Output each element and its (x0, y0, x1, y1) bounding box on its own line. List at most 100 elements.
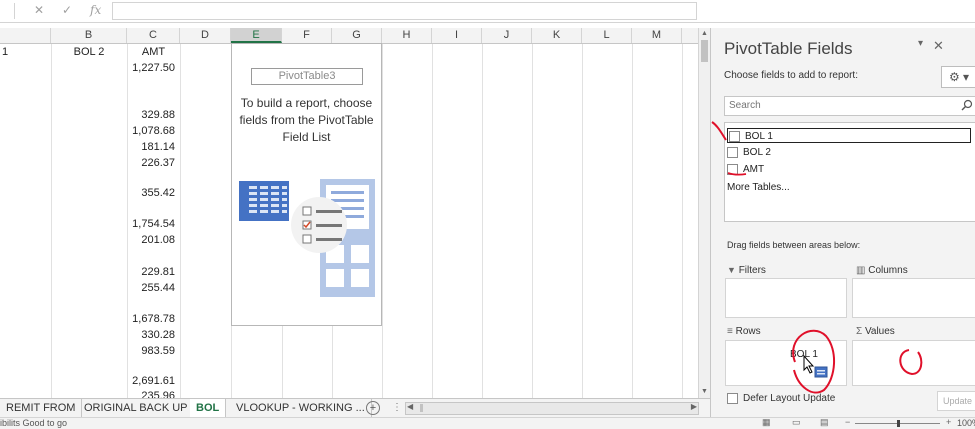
field-list: BOL 1 BOL 2 AMT More Tables... (724, 122, 975, 222)
formula-input[interactable] (112, 2, 697, 20)
values-area[interactable] (852, 340, 975, 386)
pivot-table-name: PivotTable3 (251, 68, 363, 85)
column-header-c[interactable]: C (127, 28, 180, 43)
defer-checkbox[interactable] (727, 393, 738, 404)
pivot-table-placeholder[interactable]: PivotTable3 To build a report, choose fi… (231, 43, 382, 326)
field-item-amt[interactable]: AMT (727, 162, 764, 177)
pane-title: PivotTable Fields (724, 39, 853, 58)
field-checkbox[interactable] (727, 146, 738, 158)
amount-cell[interactable]: 330.28 (127, 327, 175, 343)
page-layout-icon[interactable]: ▭ (792, 417, 801, 428)
drag-cursor-icon (803, 355, 828, 378)
pane-subtitle: Choose fields to add to report: (724, 70, 858, 81)
values-label: Values (864, 326, 895, 337)
cell-c1[interactable]: AMT (127, 44, 180, 60)
search-icon[interactable] (961, 99, 973, 111)
cell-a1[interactable]: 1 (2, 44, 8, 60)
filters-label: Filters (738, 265, 766, 276)
pivot-illustration-icon (239, 179, 375, 297)
tab-bol[interactable]: BOL (190, 399, 227, 419)
gear-icon[interactable]: ⚙ ▾ (941, 66, 975, 88)
tab-remit-from[interactable]: REMIT FROM (0, 399, 83, 417)
columns-icon: ▥ (856, 265, 866, 276)
search-input[interactable] (725, 97, 949, 113)
scroll-right-icon[interactable]: ▶ (691, 402, 697, 411)
column-header-h[interactable]: H (382, 28, 432, 43)
field-label: BOL 2 (743, 147, 771, 158)
columns-header: ▥ Columns (856, 265, 908, 276)
column-header-b[interactable]: B (51, 28, 127, 43)
column-header-l[interactable]: L (582, 28, 632, 43)
column-header-k[interactable]: K (532, 28, 582, 43)
amount-cell[interactable]: 983.59 (127, 343, 175, 359)
more-tables-link[interactable]: More Tables... (727, 180, 790, 195)
values-sigma-icon: Σ (856, 326, 863, 337)
amount-cell[interactable]: 1,754.54 (127, 216, 175, 232)
field-checkbox[interactable] (727, 163, 738, 175)
amount-cell[interactable]: 201.08 (127, 232, 175, 248)
filters-header: ▼ Filters (727, 265, 766, 276)
amount-cell[interactable]: 255.44 (127, 280, 175, 296)
enter-icon[interactable]: ✓ (62, 3, 72, 17)
rows-area[interactable]: BOL 1 (725, 340, 847, 386)
zoom-out-icon[interactable]: − (845, 417, 850, 427)
column-header-e[interactable]: E (231, 28, 282, 43)
scroll-left-icon[interactable]: ◀ (407, 402, 413, 411)
field-checkbox[interactable] (729, 130, 740, 142)
column-header-f[interactable]: F (282, 28, 332, 43)
column-header-a[interactable] (0, 28, 51, 43)
normal-view-icon[interactable]: ▦ (762, 417, 771, 428)
tab-vlookup-working[interactable]: VLOOKUP - WORKING ... (230, 399, 372, 417)
filters-area[interactable] (725, 278, 847, 318)
amount-cell[interactable]: 229.81 (127, 264, 175, 280)
drag-areas-label: Drag fields between areas below: (727, 240, 861, 250)
amount-cell[interactable]: 355.42 (127, 185, 175, 201)
cancel-icon[interactable]: ✕ (34, 3, 44, 17)
scroll-thumb[interactable] (701, 40, 708, 62)
zoom-in-icon[interactable]: + (946, 417, 951, 427)
field-label: AMT (743, 164, 765, 175)
amount-cell[interactable]: 1,078.68 (127, 123, 175, 139)
status-bar: ibilits Good to go ▦ ▭ ▤ − + 100% (0, 417, 975, 429)
column-header-d[interactable]: D (180, 28, 231, 43)
amount-cell[interactable]: 329.88 (127, 107, 175, 123)
field-item-bol-1[interactable]: BOL 1 (727, 128, 971, 143)
tab-options-icon[interactable]: ⋮ (392, 402, 402, 413)
horizontal-scrollbar[interactable]: ◀ ▶ (405, 402, 699, 415)
tab-original-back-up[interactable]: ORIGINAL BACK UP (78, 399, 195, 417)
defer-layout-update[interactable]: Defer Layout Update (727, 393, 835, 404)
cell-b1[interactable]: BOL 2 (51, 44, 127, 60)
values-header: Σ Values (856, 326, 895, 337)
amount-cell[interactable]: 226.37 (127, 155, 175, 171)
scroll-up-icon[interactable]: ▲ (701, 30, 708, 37)
rows-label: Rows (735, 326, 761, 337)
filter-icon: ▼ (727, 265, 736, 275)
accessibility-status[interactable]: ibilits Good to go (0, 418, 67, 428)
field-item-bol-2[interactable]: BOL 2 (727, 145, 771, 160)
field-label: BOL 1 (745, 131, 773, 142)
hscroll-thumb[interactable] (420, 404, 423, 412)
column-headers: B C D E F G H I J K L M (0, 28, 698, 44)
pane-options-icon[interactable]: ▾ (918, 38, 923, 49)
amount-cell[interactable]: 235.96 (127, 388, 175, 398)
column-header-i[interactable]: I (432, 28, 482, 43)
page-break-icon[interactable]: ▤ (820, 417, 829, 428)
search-field[interactable] (724, 96, 975, 116)
column-header-j[interactable]: J (482, 28, 532, 43)
close-icon[interactable]: ✕ (933, 38, 944, 54)
amount-cell[interactable]: 1,678.78 (127, 311, 175, 327)
column-header-m[interactable]: M (632, 28, 682, 43)
rows-header: ≡ Rows (727, 326, 761, 337)
column-header-g[interactable]: G (332, 28, 382, 43)
zoom-level[interactable]: 100% (957, 418, 975, 428)
columns-label: Columns (868, 265, 908, 276)
scroll-down-icon[interactable]: ▼ (701, 388, 708, 395)
amount-cell[interactable]: 1,227.50 (127, 60, 175, 76)
fx-icon[interactable]: fx (90, 3, 101, 17)
zoom-slider-thumb[interactable] (897, 420, 900, 427)
amount-cell[interactable]: 181.14 (127, 139, 175, 155)
amount-cell[interactable]: 2,691.61 (127, 373, 175, 389)
add-sheet-icon[interactable]: + (366, 401, 380, 415)
update-button[interactable]: Update (937, 391, 975, 411)
columns-area[interactable] (852, 278, 975, 318)
